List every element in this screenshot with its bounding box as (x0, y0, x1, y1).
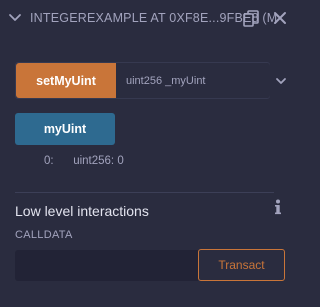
transact-button[interactable]: Transact (198, 249, 285, 281)
my-uint-button[interactable]: myUint (15, 113, 115, 145)
contract-header[interactable]: INTEGEREXAMPLE AT 0XF8E...9FBE8 (M (0, 8, 304, 30)
deployed-contract-panel: INTEGEREXAMPLE AT 0XF8E...9FBE8 (M setMy… (0, 0, 304, 307)
chevron-down-icon[interactable] (8, 10, 22, 26)
info-icon[interactable] (273, 199, 283, 215)
result-index: 0: (44, 155, 54, 167)
calldata-input[interactable] (15, 250, 198, 281)
chevron-down-icon[interactable] (275, 74, 287, 86)
result-value: uint256: 0 (73, 155, 124, 167)
call-result: 0: uint256: 0 (44, 155, 124, 167)
close-icon[interactable] (273, 11, 287, 25)
copy-icon[interactable] (243, 10, 259, 27)
contract-title: INTEGEREXAMPLE AT 0XF8E...9FBE8 (M (30, 11, 278, 25)
set-my-uint-button[interactable]: setMyUint (16, 63, 116, 98)
set-my-uint-row: setMyUint uint256 _myUint (15, 62, 270, 99)
low-level-interactions-title: Low level interactions (15, 203, 149, 219)
my-uint-input[interactable]: uint256 _myUint (116, 63, 270, 98)
divider (15, 192, 274, 193)
calldata-label: CALLDATA (15, 229, 73, 241)
